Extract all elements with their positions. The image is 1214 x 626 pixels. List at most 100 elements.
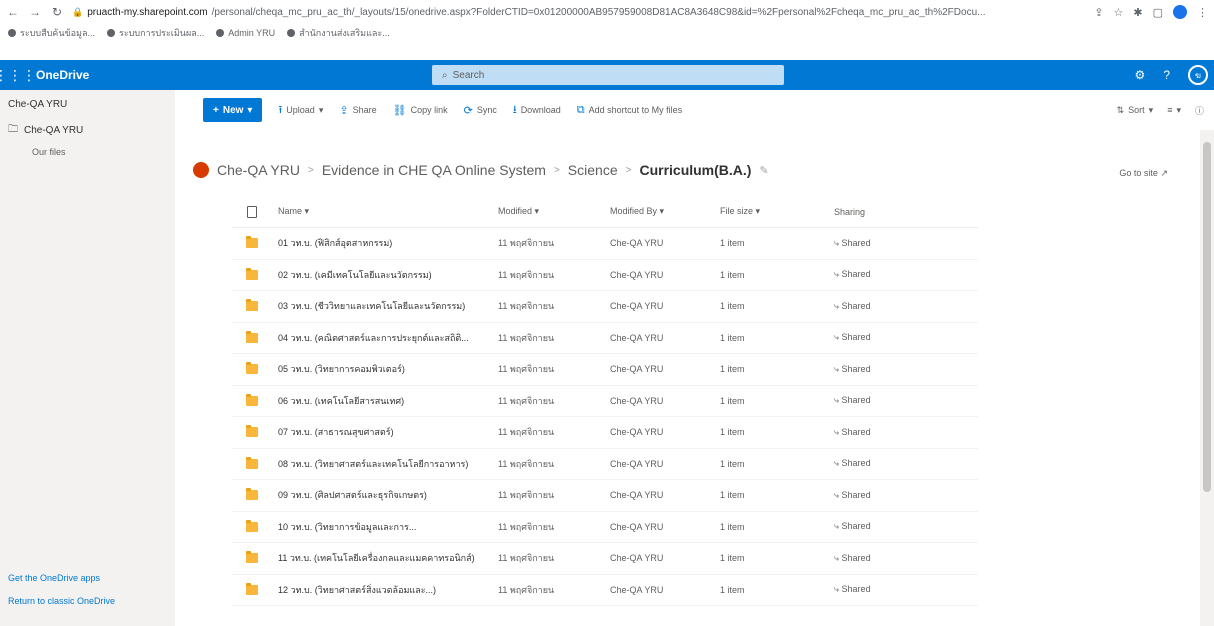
file-name-link[interactable]: 05 วท.บ. (วิทยาการคอมพิวเตอร์) [272,362,498,376]
table-body: 01 วท.บ. (ฟิสิกส์อุตสาหกรรม) 11 พฤศจิกายน… [232,228,978,606]
nav-item-library[interactable]: 🗀 Che-QA YRU [0,110,175,139]
modified-date: 11 พฤศจิกายน [498,301,555,312]
info-icon[interactable]: ⓘ [1195,104,1204,117]
chevron-down-icon: ▾ [1148,104,1154,115]
back-arrow-icon[interactable]: ← [6,5,20,19]
command-bar: + New ▾ ⭱ Upload ▾ ⇪ Share ⛓ Copy link ⟳ Sync… [175,90,1214,130]
modified-by: Che-QA YRU [610,553,664,564]
reload-icon[interactable]: ↻ [50,5,64,19]
select-all-checkbox[interactable] [247,205,257,218]
chevron-right-icon: > [308,164,314,176]
bookmark-icon [8,29,16,37]
bookmark-item[interactable]: Admin YRU [216,28,275,38]
table-row[interactable]: 01 วท.บ. (ฟิสิกส์อุตสาหกรรม) 11 พฤศจิกายน… [232,228,978,260]
breadcrumb-current: Curriculum(B.A.) [639,162,752,178]
table-row[interactable]: 09 วท.บ. (ศิลปศาสตร์และธุรกิจเกษตร) 11 พฤ… [232,480,978,512]
get-apps-link[interactable]: Get the OneDrive apps [8,573,100,583]
avatar[interactable]: ฆ [1188,65,1208,85]
lock-icon: 🔒 [72,6,84,17]
file-name-link[interactable]: 06 วท.บ. (เทคโนโลยีสารสนเทศ) [272,394,498,408]
sync-button[interactable]: ⟳ Sync [464,104,497,117]
file-name-link[interactable]: 08 วท.บ. (วิทยาศาสตร์และเทคโนโลยีการอาหา… [272,457,498,471]
more-menu-icon[interactable]: ⋮ [1197,6,1208,19]
column-header-file-size[interactable]: File size ▾ [720,206,834,217]
nav-item-label: Che-QA YRU [24,125,84,136]
sharing-status: ⤷ Shared [834,458,871,469]
view-options-button[interactable]: ≡ ▾ [1167,105,1181,116]
table-row[interactable]: 06 วท.บ. (เทคโนโลยีสารสนเทศ) 11 พฤศจิกายน… [232,386,978,417]
column-header-sharing[interactable]: Sharing [834,207,978,217]
breadcrumb-item[interactable]: Che-QA YRU [217,162,300,178]
file-name-link[interactable]: 07 วท.บ. (สาธารณสุขศาสตร์) [272,425,498,439]
search-input[interactable]: ⌕ Search [432,65,784,85]
scrollbar-thumb[interactable] [1203,142,1211,492]
file-name-link[interactable]: 09 วท.บ. (ศิลปศาสตร์และธุรกิจเกษตร) [272,488,498,502]
table-row[interactable]: 11 วท.บ. (เทคโนโลยีเครื่องกลและแมคคาทรอน… [232,543,978,575]
extensions-icon[interactable]: ✱ [1133,6,1142,19]
table-row[interactable]: 08 วท.บ. (วิทยาศาสตร์และเทคโนโลยีการอาหา… [232,449,978,480]
table-row[interactable]: 03 วท.บ. (ชีววิทยาและเทคโนโลยีและนวัตกรร… [232,291,978,323]
file-name-link[interactable]: 03 วท.บ. (ชีววิทยาและเทคโนโลยีและนวัตกรร… [272,299,498,313]
column-header-modified[interactable]: Modified ▾ [498,206,610,217]
sharing-status: ⤷ Shared [834,395,871,406]
table-row[interactable]: 07 วท.บ. (สาธารณสุขศาสตร์) 11 พฤศจิกายน Ch… [232,417,978,449]
download-icon: ⭳ [512,103,517,116]
row-icon-cell [232,488,272,501]
go-to-site-link[interactable]: Go to site ↗ [1119,168,1168,179]
sharing-status: ⤷ Shared [834,363,871,374]
select-all-cell [232,205,272,218]
upload-button[interactable]: ⭱ Upload ▾ [278,101,323,120]
modified-by: Che-QA YRU [610,427,664,438]
modified-date: 11 พฤศจิกายน [498,238,555,249]
modified-date: 11 พฤศจิกายน [498,364,555,375]
folder-icon [246,519,258,532]
file-name-link[interactable]: 10 วท.บ. (วิทยาการข้อมูลและการ... [272,520,498,534]
file-name-link[interactable]: 01 วท.บ. (ฟิสิกส์อุตสาหกรรม) [272,236,498,250]
sharing-status: ⤷ Shared [834,237,871,248]
edit-pencil-icon[interactable]: ✎ [759,164,768,177]
forward-arrow-icon[interactable]: → [28,5,42,19]
download-button[interactable]: ⭳ Download [513,101,561,120]
app-launcher-icon[interactable]: ⋮⋮⋮ [0,60,36,90]
app-name[interactable]: OneDrive [36,68,89,82]
share-page-icon[interactable]: ⇪ [1094,6,1103,19]
breadcrumb-item[interactable]: Science [568,162,618,178]
copy-link-button[interactable]: ⛓ Copy link [393,104,448,117]
gear-icon[interactable]: ⚙ [1135,68,1146,82]
help-icon[interactable]: ? [1163,68,1170,82]
tab-search-icon[interactable]: ▢ [1153,6,1163,19]
file-name-link[interactable]: 11 วท.บ. (เทคโนโลยีเครื่องกลและแมคคาทรอน… [272,551,498,565]
table-row[interactable]: 05 วท.บ. (วิทยาการคอมพิวเตอร์) 11 พฤศจิกา… [232,354,978,386]
table-row[interactable]: 10 วท.บ. (วิทยาการข้อมูลและการ... 11 พฤศจ… [232,512,978,543]
folder-icon [246,488,258,501]
address-bar[interactable]: 🔒 pruacth-my.sharepoint.com /personal/ch… [72,3,1086,21]
bookmark-item[interactable]: สำนักงานส่งเสริมและ... [287,26,390,40]
sort-icon: ⇅ [1116,104,1125,115]
new-button[interactable]: + New ▾ [203,98,263,122]
table-row[interactable]: 04 วท.บ. (คณิตศาสตร์และการประยุกต์และสถิ… [232,323,978,354]
file-name-link[interactable]: 02 วท.บ. (เคมีเทคโนโลยีและนวัตกรรม) [272,268,498,282]
folder-icon [246,456,258,469]
return-classic-link[interactable]: Return to classic OneDrive [8,596,115,606]
bookmark-item[interactable]: ระบบสืบค้นข้อมูล... [8,26,95,40]
table-row[interactable]: 02 วท.บ. (เคมีเทคโนโลยีและนวัตกรรม) 11 พฤ… [232,260,978,291]
bookmark-icon [106,29,115,37]
nav-title[interactable]: Che-QA YRU [0,90,175,110]
breadcrumb-item[interactable]: Evidence in CHE QA Online System [322,162,546,178]
star-icon[interactable]: ☆ [1114,6,1124,19]
table-row[interactable]: 12 วท.บ. (วิทยาศาสตร์สิ่งแวดล้อมและ...) 1… [232,575,978,606]
bookmark-item[interactable]: ระบบการประเมินผล... [106,26,204,40]
file-name-link[interactable]: 04 วท.บ. (คณิตศาสตร์และการประยุกต์และสถิ… [272,331,498,345]
file-name-link[interactable]: 12 วท.บ. (วิทยาศาสตร์สิ่งแวดล้อมและ...) [272,583,498,597]
sort-button[interactable]: ⇅ Sort ▾ [1117,105,1154,116]
profile-avatar[interactable] [1173,5,1187,19]
share-link-icon: ⤷ [834,426,842,437]
column-header-modified-by[interactable]: Modified By ▾ [610,206,720,217]
column-header-name[interactable]: Name ▾ [272,206,498,217]
modified-by: Che-QA YRU [610,364,664,375]
sync-icon: ⟳ [463,104,473,117]
nav-subitem-our-files[interactable]: Our files [0,139,175,157]
add-shortcut-button[interactable]: ⧉ Add shortcut to My files [577,104,682,117]
scrollbar[interactable] [1200,130,1214,626]
share-button[interactable]: ⇪ Share [339,104,376,117]
